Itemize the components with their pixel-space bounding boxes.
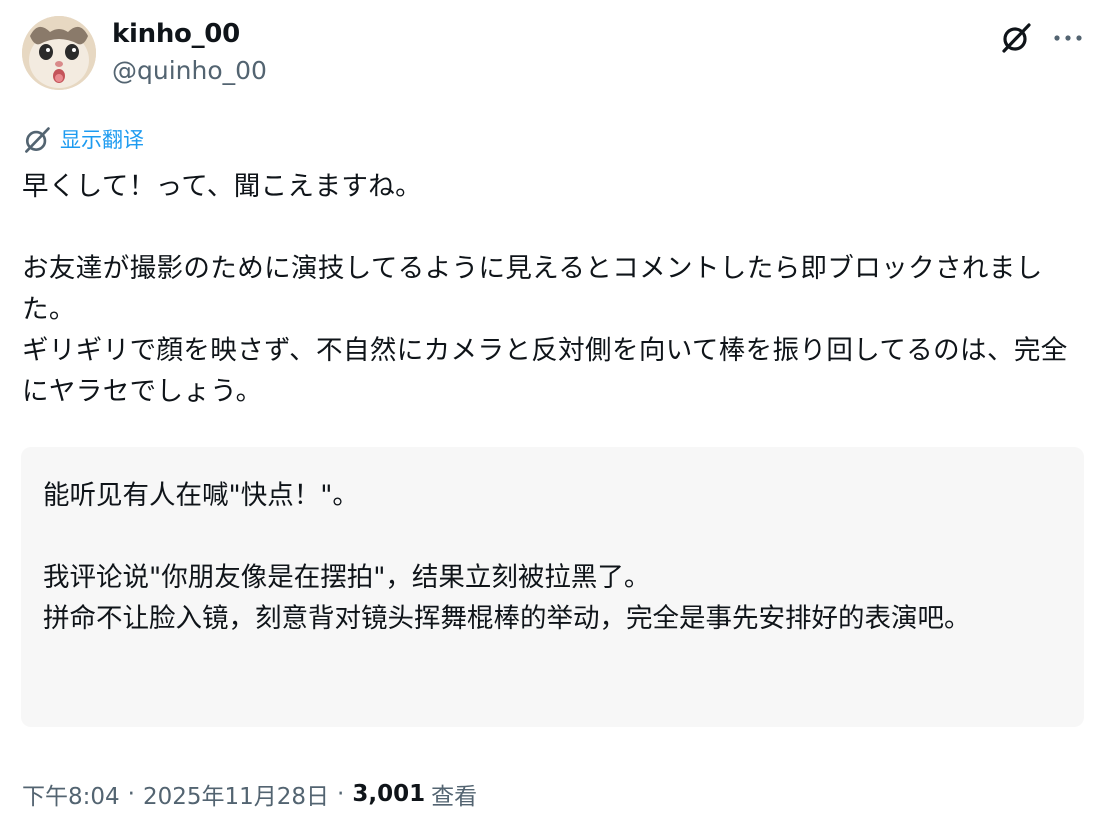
views-count[interactable]: 3,001 (352, 781, 425, 807)
tweet-meta: 下午8:04 · 2025年11月28日 · 3,001 查看 (22, 776, 477, 812)
author-display-name[interactable]: kinho_00 (112, 18, 240, 50)
more-button[interactable] (1048, 20, 1088, 56)
tweet-header: kinho_00 @quinho_00 (20, 16, 1090, 96)
grok-button[interactable] (998, 20, 1034, 56)
tweet-date[interactable]: 2025年11月28日 (143, 777, 329, 811)
author-handle[interactable]: @quinho_00 (112, 56, 267, 86)
meta-separator: · (337, 781, 345, 807)
meta-separator: · (127, 781, 135, 807)
show-translation-button[interactable]: 显示翻译 (22, 124, 144, 156)
grok-icon (1002, 23, 1031, 53)
cat-avatar-icon (22, 16, 96, 90)
avatar[interactable] (22, 16, 96, 90)
more-horizontal-icon (1054, 35, 1082, 41)
tweet-time[interactable]: 下午8:04 (22, 777, 120, 811)
tweet-text: 早くして！って、聞こえますね。 お友達が撮影のために演技してるように見えるとコメ… (22, 171, 1068, 407)
grok-icon (25, 127, 50, 153)
show-translation-label: 显示翻译 (60, 128, 144, 152)
translation-panel: 能听见有人在喊"快点！"。 我评论说"你朋友像是在摆拍"，结果立刻被拉黑了。 拼… (21, 447, 1084, 727)
views-label: 查看 (431, 784, 478, 810)
translation-text: 能听见有人在喊"快点！"。 我评论说"你朋友像是在摆拍"，结果立刻被拉黑了。 拼… (43, 480, 971, 634)
